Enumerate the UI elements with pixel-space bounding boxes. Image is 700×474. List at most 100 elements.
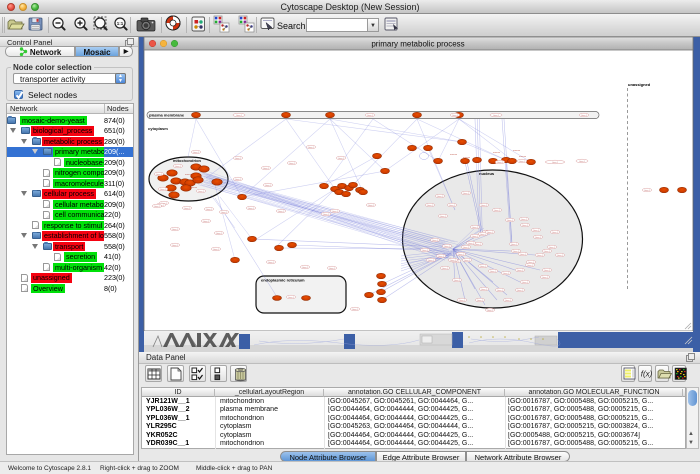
svg-text:Gma-1: Gma-1 [644, 190, 651, 192]
svg-text:Gma-1: Gma-1 [442, 268, 449, 270]
svg-text:Gma-1: Gma-1 [472, 236, 479, 238]
svg-text:Gma-1: Gma-1 [480, 266, 487, 268]
svg-text:Gma-1: Gma-1 [428, 260, 435, 262]
svg-text:xGOxx: xGOxx [463, 157, 471, 159]
svg-text:Gma-1: Gma-1 [438, 256, 445, 258]
svg-text:xGOxx: xGOxx [195, 180, 203, 182]
svg-text:Gma-1: Gma-1 [308, 147, 315, 149]
svg-text:Gma-1: Gma-1 [490, 271, 497, 273]
svg-text:Gma-1: Gma-1 [440, 216, 447, 218]
svg-text:mitochondrion: mitochondrion [173, 158, 202, 163]
svg-text:Gma-1: Gma-1 [519, 161, 526, 163]
svg-text:xGOxx: xGOxx [513, 150, 521, 152]
svg-text:Gma-1: Gma-1 [289, 163, 296, 165]
svg-text:Gma-1: Gma-1 [481, 205, 488, 207]
svg-text:Gma-1: Gma-1 [265, 185, 272, 187]
svg-text:Gma-1: Gma-1 [458, 254, 465, 256]
svg-text:Gma-1: Gma-1 [352, 309, 359, 311]
svg-text:f(x): f(x) [641, 370, 653, 379]
svg-text:Gma-1: Gma-1 [193, 152, 200, 154]
svg-text:Gma-1: Gma-1 [156, 174, 163, 176]
svg-text:Gma-1: Gma-1 [463, 247, 470, 249]
svg-text:Gma-1: Gma-1 [513, 251, 520, 253]
svg-text:Gma-1: Gma-1 [463, 193, 470, 195]
svg-text:xGOxx: xGOxx [519, 156, 527, 158]
svg-text:Gma-1: Gma-1 [302, 267, 309, 269]
svg-text:Gma-1: Gma-1 [459, 300, 466, 302]
svg-text:Gma-1: Gma-1 [552, 162, 559, 164]
svg-text:Gma-1: Gma-1 [454, 280, 461, 282]
svg-text:Gma-1: Gma-1 [521, 219, 528, 221]
svg-text:Gma-1: Gma-1 [449, 205, 456, 207]
svg-text:Gma-1: Gma-1 [522, 225, 529, 227]
svg-text:nucleus: nucleus [479, 171, 495, 176]
svg-text:Gma-1: Gma-1 [487, 232, 494, 234]
svg-text:Gma-1: Gma-1 [579, 161, 586, 163]
svg-text:Gma-1: Gma-1 [329, 268, 336, 270]
svg-text:xGOxx: xGOxx [190, 187, 198, 189]
svg-text:cytoplasm: cytoplasm [148, 126, 168, 131]
svg-text:Gma-1: Gma-1 [557, 255, 564, 257]
svg-text:unassigned: unassigned [628, 82, 651, 87]
svg-text:Gma-1: Gma-1 [206, 209, 213, 211]
svg-text:Gma-1: Gma-1 [367, 115, 374, 117]
svg-text:Gma-1: Gma-1 [368, 205, 375, 207]
svg-text:Gma-1: Gma-1 [427, 205, 434, 207]
svg-text:Gma-1: Gma-1 [263, 168, 270, 170]
svg-text:Gma-1: Gma-1 [505, 300, 512, 302]
svg-text:Gma-1: Gma-1 [464, 260, 471, 262]
svg-text:Gma-1: Gma-1 [213, 249, 220, 251]
svg-text:plasma membrane: plasma membrane [149, 113, 185, 118]
svg-text:Gma-1: Gma-1 [468, 243, 475, 245]
svg-text:Gma-1: Gma-1 [288, 297, 295, 299]
svg-text:Gma-1: Gma-1 [517, 270, 524, 272]
svg-text:Gma-1: Gma-1 [278, 211, 285, 213]
svg-text:Gma-1: Gma-1 [184, 208, 191, 210]
svg-text:Gma-1: Gma-1 [503, 273, 510, 275]
svg-text:Gma-1: Gma-1 [332, 211, 339, 213]
svg-text:Gma-1: Gma-1 [422, 250, 429, 252]
svg-text:Gma-1: Gma-1 [493, 115, 500, 117]
svg-text:Gma-1: Gma-1 [248, 208, 255, 210]
svg-text:Gma-1: Gma-1 [544, 251, 551, 253]
svg-text:1:1: 1:1 [117, 21, 124, 26]
svg-text:Gma-1: Gma-1 [497, 290, 504, 292]
svg-text:Gma-1: Gma-1 [527, 265, 534, 267]
svg-text:Gma-1: Gma-1 [487, 310, 494, 312]
svg-text:Gma-1: Gma-1 [338, 158, 345, 160]
svg-text:Gma-1: Gma-1 [450, 260, 457, 262]
svg-text:xGOxx: xGOxx [185, 174, 193, 176]
svg-text:Gma-1: Gma-1 [537, 255, 544, 257]
svg-text:Gma-1: Gma-1 [432, 240, 439, 242]
svg-text:Gma-1: Gma-1 [480, 234, 487, 236]
svg-text:Gma-1: Gma-1 [236, 115, 243, 117]
svg-text:Gma-1: Gma-1 [235, 158, 242, 160]
svg-text:Gma-1: Gma-1 [481, 289, 488, 291]
svg-text:Gma-1: Gma-1 [522, 282, 529, 284]
svg-text:Gma-1: Gma-1 [221, 212, 228, 214]
svg-text:Gma-1: Gma-1 [172, 229, 179, 231]
svg-text:Gma-1: Gma-1 [520, 254, 527, 256]
svg-text:Gma-1: Gma-1 [581, 115, 588, 117]
svg-text:Gma-1: Gma-1 [475, 244, 482, 246]
svg-text:Gma-1: Gma-1 [497, 162, 504, 164]
svg-text:Gma-1: Gma-1 [172, 245, 179, 247]
svg-text:Gma-1: Gma-1 [268, 262, 275, 264]
svg-text:Gma-1: Gma-1 [552, 232, 559, 234]
svg-text:Gma-1: Gma-1 [535, 237, 542, 239]
svg-text:Gma-1: Gma-1 [511, 244, 518, 246]
svg-text:Gma-1: Gma-1 [198, 191, 205, 193]
svg-text:Gma-1: Gma-1 [452, 115, 459, 117]
svg-text:primary metabolic process: primary metabolic process [371, 40, 464, 49]
svg-text:xGOxx: xGOxx [493, 152, 501, 154]
svg-text:Gma-1: Gma-1 [323, 214, 330, 216]
svg-text:Gma-1: Gma-1 [175, 166, 182, 168]
svg-text:xGOxx: xGOxx [450, 154, 458, 156]
svg-text:Gma-1: Gma-1 [235, 179, 242, 181]
svg-text:Gma-1: Gma-1 [203, 221, 210, 223]
svg-text:Gma-1: Gma-1 [160, 189, 167, 191]
svg-text:Gma-1: Gma-1 [444, 246, 451, 248]
svg-text:Gma-1: Gma-1 [517, 290, 524, 292]
svg-text:Gma-1: Gma-1 [549, 247, 556, 249]
svg-text:Gma-1: Gma-1 [437, 196, 444, 198]
